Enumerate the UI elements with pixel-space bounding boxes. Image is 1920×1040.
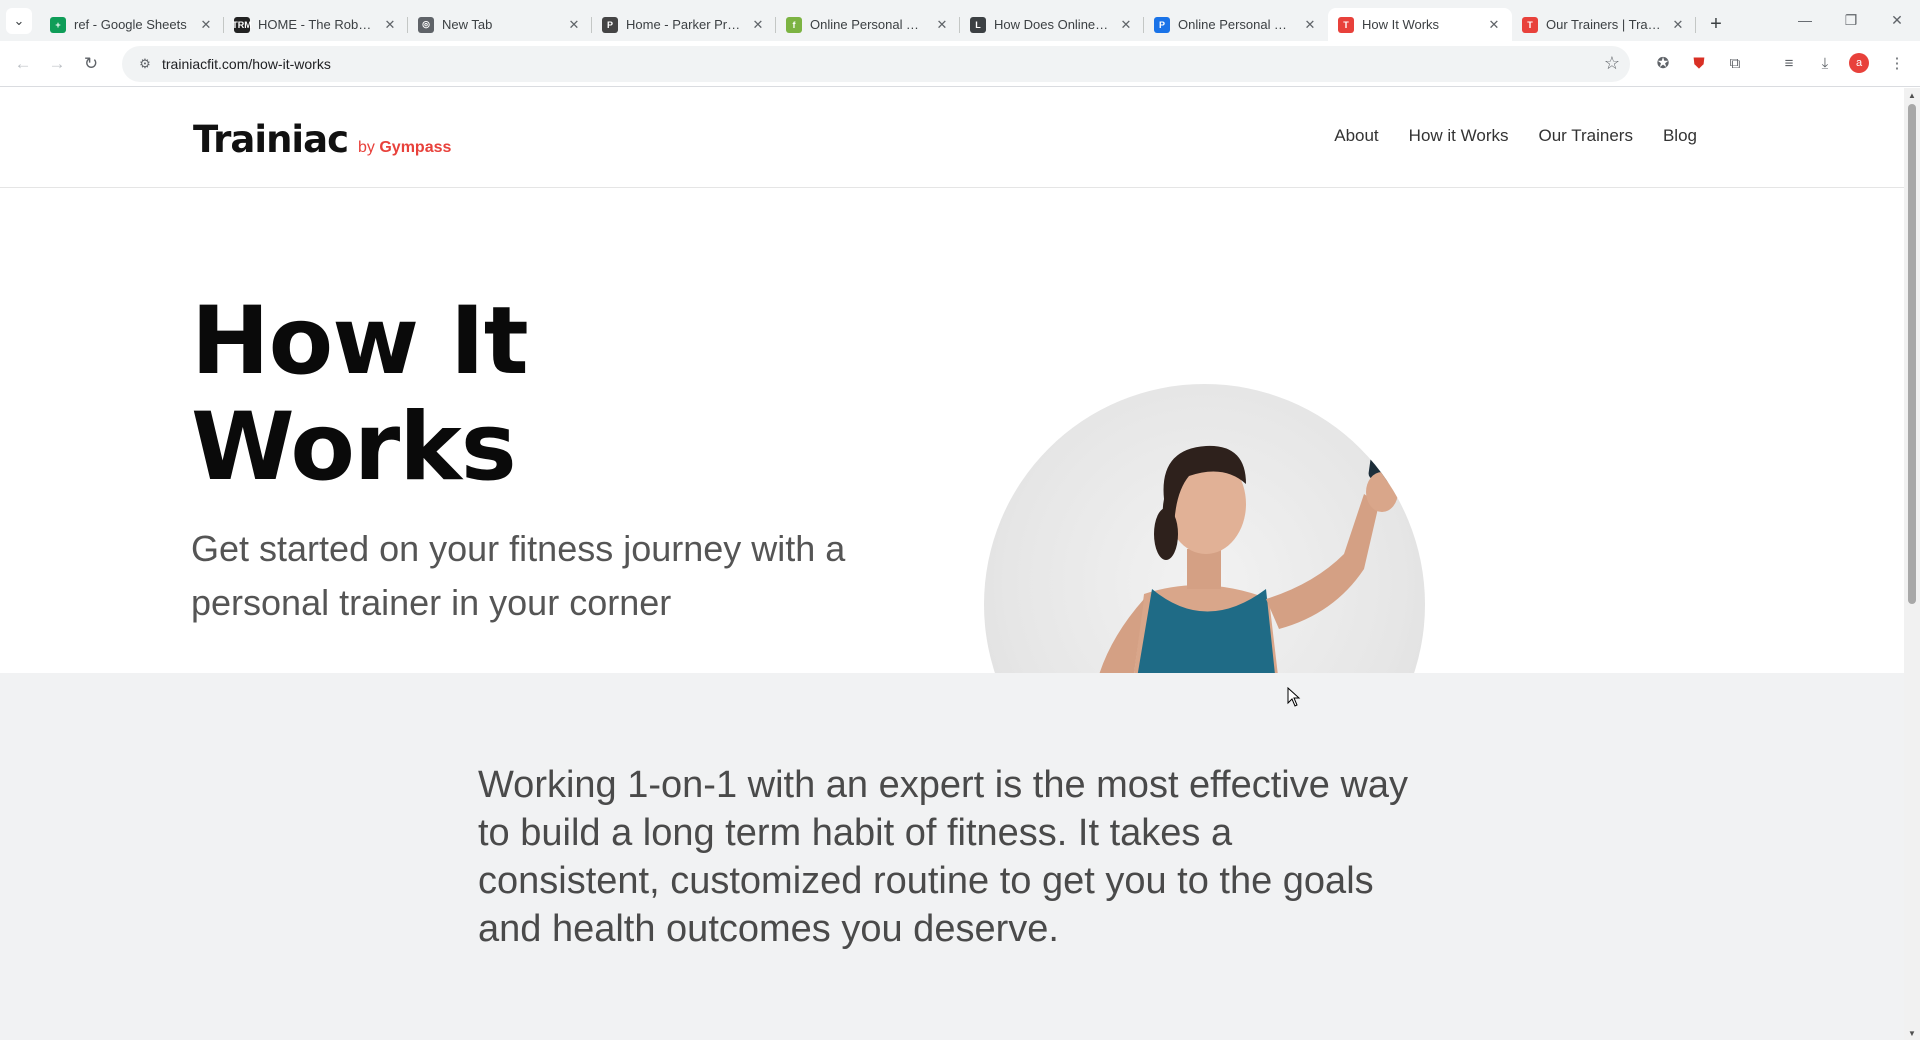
tab-strip: ⌄ + ref - Google Sheets ✕ TRM HOME - The Rob… [0,0,1920,41]
tab-title: HOME - The Robards [258,17,374,32]
tab-close-icon[interactable]: ✕ [566,17,582,33]
hero-section: How It Works Get started on your fitness … [0,189,1904,673]
browser-tab[interactable]: ◎ New Tab ✕ [408,8,592,41]
browser-tab[interactable]: P Home - Parker Practic ✕ [592,8,776,41]
scroll-up-arrow-icon[interactable]: ▲ [1904,88,1920,102]
reload-button[interactable]: ↻ [74,47,108,81]
browser-tab[interactable]: TRM HOME - The Robards ✕ [224,8,408,41]
puzzle-extensions-icon[interactable]: ⧉ [1723,51,1747,75]
shield-extension-icon[interactable]: ⛊ [1687,51,1711,75]
tab-close-icon[interactable]: ✕ [934,17,950,33]
window-controls: — ❐ ✕ [1782,0,1920,40]
tab-close-icon[interactable]: ✕ [750,17,766,33]
tab-title: Home - Parker Practic [626,17,742,32]
page-title: How It Works [191,287,529,502]
bookmark-star-icon[interactable]: ☆ [1604,53,1620,74]
intro-text: Working 1-on-1 with an expert is the mos… [478,764,1409,950]
site-header: Trainiac by Gympass About How it Works O… [0,88,1904,188]
nav-blog[interactable]: Blog [1663,126,1697,146]
tab-title: Online Personal Train [1178,17,1294,32]
tab-close-icon[interactable]: ✕ [1670,17,1686,33]
tab-title: Online Personal Train [810,17,926,32]
page-scrollbar[interactable]: ▲ ▼ [1904,88,1920,1040]
intro-section: Working 1-on-1 with an expert is the mos… [0,673,1904,1040]
tab-title: New Tab [442,17,493,32]
mouse-cursor-icon [1287,687,1301,707]
address-bar[interactable]: ⚙ trainiacfit.com/how-it-works ☆ [122,46,1630,82]
tab-search-button[interactable]: ⌄ [6,8,32,34]
tab-favicon-icon: T [1338,16,1354,33]
tab-favicon-icon: T [1522,16,1538,33]
close-window-button[interactable]: ✕ [1874,0,1920,40]
main-nav: About How it Works Our Trainers Blog [1334,126,1697,146]
logo-by: by Gympass [358,139,452,156]
tab-favicon-icon: L [970,16,986,33]
logo-brand: Trainiac [193,118,349,161]
tab-favicon-icon: f [786,16,802,33]
new-tab-button[interactable]: + [1702,10,1730,38]
extension-icon[interactable]: ✪ [1651,51,1675,75]
trainer-photo [984,384,1425,673]
url-text[interactable]: trainiacfit.com/how-it-works [162,56,331,72]
browser-menu-icon[interactable]: ⋮ [1885,51,1909,75]
tab-favicon-icon: ◎ [418,16,434,33]
scrollbar-thumb[interactable] [1908,104,1916,604]
profile-avatar[interactable]: a [1849,53,1869,73]
minimize-button[interactable]: — [1782,0,1828,40]
tab-close-icon[interactable]: ✕ [1118,17,1134,33]
browser-tab[interactable]: + ref - Google Sheets ✕ [40,8,224,41]
tab-favicon-icon: + [50,16,66,33]
tab-title: Our Trainers | Trainiac [1546,17,1662,32]
tab-close-icon[interactable]: ✕ [1486,17,1502,33]
trainiac-logo[interactable]: Trainiac by Gympass [193,118,451,161]
tab-close-icon[interactable]: ✕ [382,17,398,33]
tab-favicon-icon: TRM [232,16,252,33]
tab-title: How It Works [1362,17,1440,32]
tab-favicon-icon: P [1154,16,1170,33]
tab-close-icon[interactable]: ✕ [198,17,214,33]
browser-tab[interactable]: f Online Personal Train ✕ [776,8,960,41]
page-viewport: Trainiac by Gympass About How it Works O… [0,88,1904,1040]
restore-button[interactable]: ❐ [1828,0,1874,40]
site-info-icon[interactable]: ⚙ [130,56,160,72]
browser-tab[interactable]: T Our Trainers | Trainiac ✕ [1512,8,1696,41]
tab-title: How Does Online Pe [994,17,1110,32]
nav-how-it-works[interactable]: How it Works [1409,126,1509,146]
browser-tab[interactable]: L How Does Online Pe ✕ [960,8,1144,41]
back-button[interactable]: ← [6,47,40,81]
tab-favicon-icon: P [602,16,618,33]
browser-toolbar: ← → ↻ ⚙ trainiacfit.com/how-it-works ☆ ✪… [0,41,1920,87]
hero-subtitle: Get started on your fitness journey with… [191,528,846,623]
tab-close-icon[interactable]: ✕ [1302,17,1318,33]
forward-button[interactable]: → [40,47,74,81]
browser-tab[interactable]: T How It Works ✕ [1328,8,1512,41]
media-controls-icon[interactable]: ≡ [1777,51,1801,75]
scroll-down-arrow-icon[interactable]: ▼ [1904,1026,1920,1040]
browser-tab[interactable]: P Online Personal Train ✕ [1144,8,1328,41]
tab-title: ref - Google Sheets [74,17,187,32]
nav-our-trainers[interactable]: Our Trainers [1538,126,1632,146]
downloads-icon[interactable]: ⤓ [1813,51,1837,75]
tab-list: + ref - Google Sheets ✕ TRM HOME - The Robar… [40,4,1730,41]
nav-about[interactable]: About [1334,126,1378,146]
